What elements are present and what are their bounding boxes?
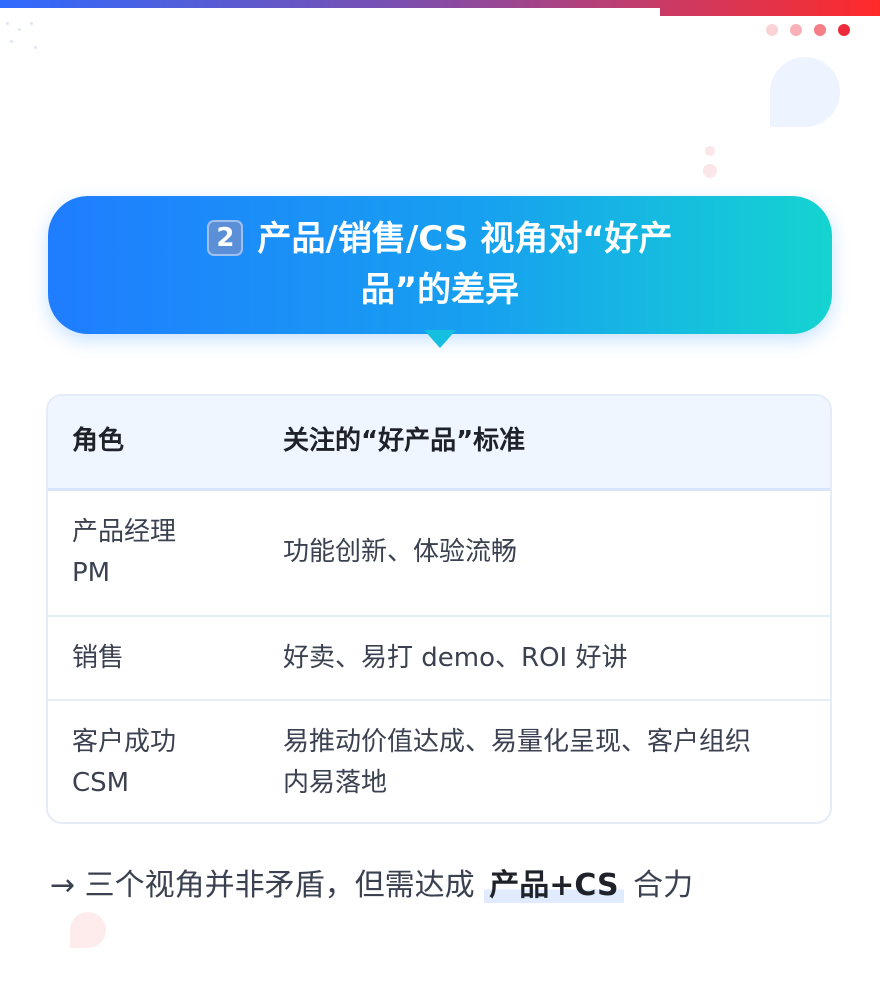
- summary-line: → 三个视角并非矛盾，但需达成 产品+CS 合力: [50, 862, 693, 910]
- corner-dot-pattern: [0, 18, 60, 58]
- title-line-1: 产品/销售/CS 视角对“好产: [257, 219, 673, 259]
- row-divider: [48, 615, 830, 617]
- decorative-blob-bottom: [70, 912, 106, 948]
- summary-prefix: → 三个视角并非矛盾，但需达成: [50, 868, 475, 903]
- keycap-number-icon: 2: [207, 220, 244, 256]
- row-3-standard: 易推动价值达成、易量化呈现、客户组织 内易落地: [283, 727, 752, 798]
- header-standard: 关注的“好产品”标准: [283, 426, 526, 456]
- summary-highlight: 产品+CS: [484, 868, 624, 903]
- dot-2: [790, 24, 802, 36]
- section-title: 2 产品/销售/CS 视角对“好产 品”的差异: [120, 214, 760, 316]
- dot-3: [814, 24, 826, 36]
- row-3-role: 客户成功 CSM: [72, 727, 177, 798]
- decorative-dot: [705, 146, 715, 156]
- row-1-standard: 功能创新、体验流畅: [283, 537, 518, 567]
- header-role: 角色: [72, 426, 125, 456]
- summary-suffix: 合力: [633, 868, 694, 903]
- row-divider: [48, 699, 830, 701]
- window-dots: [766, 24, 850, 36]
- row-2-standard: 好卖、易打 demo、ROI 好讲: [283, 643, 628, 673]
- banner-pointer: [424, 330, 456, 348]
- title-line-2: 品”的差异: [360, 270, 520, 310]
- dot-1: [766, 24, 778, 36]
- dot-4: [838, 24, 850, 36]
- top-wave-decoration: [0, 8, 660, 34]
- row-1-role: 产品经理 PM: [72, 517, 177, 588]
- decorative-dot: [703, 164, 717, 178]
- decorative-blob: [770, 57, 840, 127]
- comparison-table: 角色 关注的“好产品”标准 产品经理 PM 功能创新、体验流畅 销售 好卖、易打…: [46, 394, 832, 824]
- row-2-role: 销售: [72, 643, 125, 673]
